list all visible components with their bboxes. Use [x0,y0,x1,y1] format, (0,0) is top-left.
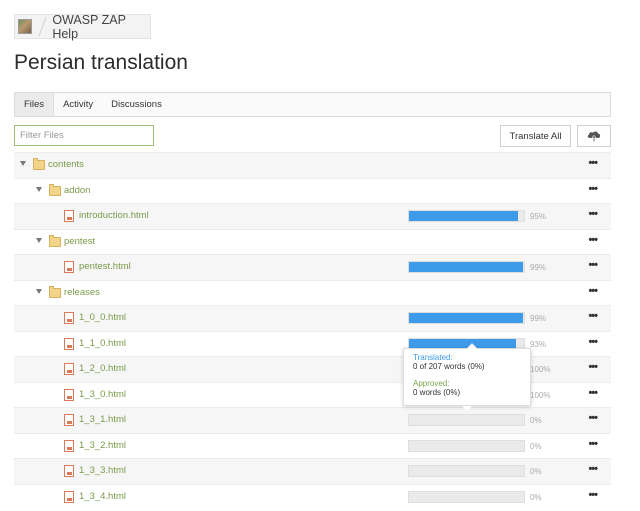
breadcrumb: OWASP ZAP Help [14,13,151,41]
folder-name[interactable]: addon [64,185,90,196]
html-file-icon [64,414,74,426]
progress-percent: 0% [530,492,542,502]
more-options-icon[interactable]: ••• [588,183,598,195]
file-name-link[interactable]: 1_3_0.html [79,389,126,400]
tooltip-translated-label: Translated: [413,353,453,362]
file-name-link[interactable]: 1_3_4.html [79,491,126,502]
html-file-icon [64,312,74,324]
tooltip-approved-label: Approved: [413,379,450,388]
folder-icon [49,234,61,247]
translation-progress-bar[interactable] [408,312,525,324]
html-file-icon [64,465,74,477]
file-name-link[interactable]: introduction.html [79,210,149,221]
file-row[interactable]: introduction.html 95% ••• [14,203,611,229]
progress-percent: 93% [530,339,547,349]
tooltip-pointer [462,406,472,411]
more-options-icon[interactable]: ••• [588,336,598,348]
progress-tooltip: Translated: 0 of 207 words (0%) Approved… [403,343,531,406]
file-name-link[interactable]: 1_1_0.html [79,338,126,349]
file-row[interactable]: 1_3_3.html 0% ••• [14,458,611,484]
file-name-link[interactable]: 1_3_3.html [79,465,126,476]
upload-button[interactable] [577,125,611,147]
file-tree: contents ••• addon ••• introduction.html 95% •… [14,152,611,509]
folder-name[interactable]: pentest [64,236,95,247]
translation-progress-bar[interactable] [408,465,525,477]
file-row[interactable]: 1_0_0.html 99% ••• [14,305,611,331]
file-row[interactable]: 1_3_2.html 0% ••• [14,432,611,459]
tab-bar: Files Activity Discussions [14,92,611,117]
more-options-icon[interactable]: ••• [588,438,598,450]
translation-progress-bar[interactable] [408,414,525,426]
breadcrumb-separator [38,17,47,36]
html-file-icon [64,210,74,222]
filter-files-input[interactable] [14,125,154,146]
folder-icon [33,158,45,170]
html-file-icon [64,439,74,452]
file-name-link[interactable]: 1_2_0.html [79,363,126,374]
progress-fill [409,313,523,323]
folder-icon [49,285,61,298]
translation-progress-bar[interactable] [408,490,525,503]
translation-progress-bar[interactable] [408,439,525,452]
more-options-icon[interactable]: ••• [588,157,598,169]
html-file-icon [64,337,74,350]
html-file-icon [64,388,74,401]
progress-percent: 0% [530,416,542,425]
more-options-icon[interactable]: ••• [588,310,598,322]
folder-icon [49,183,61,196]
folder-row[interactable]: releases ••• [14,279,611,306]
more-options-icon[interactable]: ••• [588,463,598,475]
more-options-icon[interactable]: ••• [588,489,598,501]
progress-percent: 95% [530,212,547,221]
more-options-icon[interactable]: ••• [588,387,598,399]
file-row[interactable]: 1_3_4.html 0% ••• [14,483,611,510]
tooltip-translated-value: 0 of 207 words (0%) [413,362,485,371]
progress-percent: 100% [530,390,551,400]
cloud-upload-icon [587,131,601,142]
progress-percent: 0% [530,467,542,476]
folder-row[interactable]: contents ••• [14,152,611,178]
tab-discussions[interactable]: Discussions [102,93,171,116]
translate-all-button[interactable]: Translate All [500,125,571,147]
tooltip-approved-value: 0 words (0%) [413,388,461,397]
project-avatar[interactable] [18,19,33,34]
html-file-icon [64,490,74,503]
file-name-link[interactable]: 1_3_2.html [79,440,126,451]
html-file-icon [64,363,74,375]
more-options-icon[interactable]: ••• [588,361,598,373]
more-options-icon[interactable]: ••• [588,285,598,297]
file-row[interactable]: 1_3_1.html 0% ••• [14,407,611,433]
translation-progress-bar[interactable] [408,210,525,222]
progress-fill [409,211,519,221]
expand-arrow-icon[interactable] [20,161,26,166]
html-file-icon [64,261,74,273]
progress-percent: 99% [530,314,547,323]
file-name-link[interactable]: pentest.html [79,261,131,272]
more-options-icon[interactable]: ••• [588,208,598,220]
expand-arrow-icon[interactable] [36,237,42,243]
more-options-icon[interactable]: ••• [588,259,598,271]
tab-activity[interactable]: Activity [54,93,102,116]
expand-arrow-icon[interactable] [36,288,42,294]
progress-fill [409,338,516,349]
expand-arrow-icon[interactable] [36,186,42,192]
progress-percent: 99% [530,263,547,272]
progress-percent: 0% [530,441,542,451]
file-row[interactable]: pentest.html 99% ••• [14,254,611,280]
file-name-link[interactable]: 1_3_1.html [79,414,126,425]
translation-progress-bar[interactable] [408,261,525,273]
more-options-icon[interactable]: ••• [588,234,598,246]
breadcrumb-project-link[interactable]: OWASP ZAP Help [52,13,150,41]
folder-row[interactable]: addon ••• [14,177,611,204]
folder-name[interactable]: releases [64,287,100,298]
more-options-icon[interactable]: ••• [588,412,598,424]
folder-name[interactable]: contents [48,159,84,170]
progress-percent: 100% [530,365,551,374]
page-title: Persian translation [14,51,188,74]
folder-row[interactable]: pentest ••• [14,228,611,255]
tab-files[interactable]: Files [15,93,55,116]
file-name-link[interactable]: 1_0_0.html [79,312,126,323]
progress-fill [409,262,523,272]
